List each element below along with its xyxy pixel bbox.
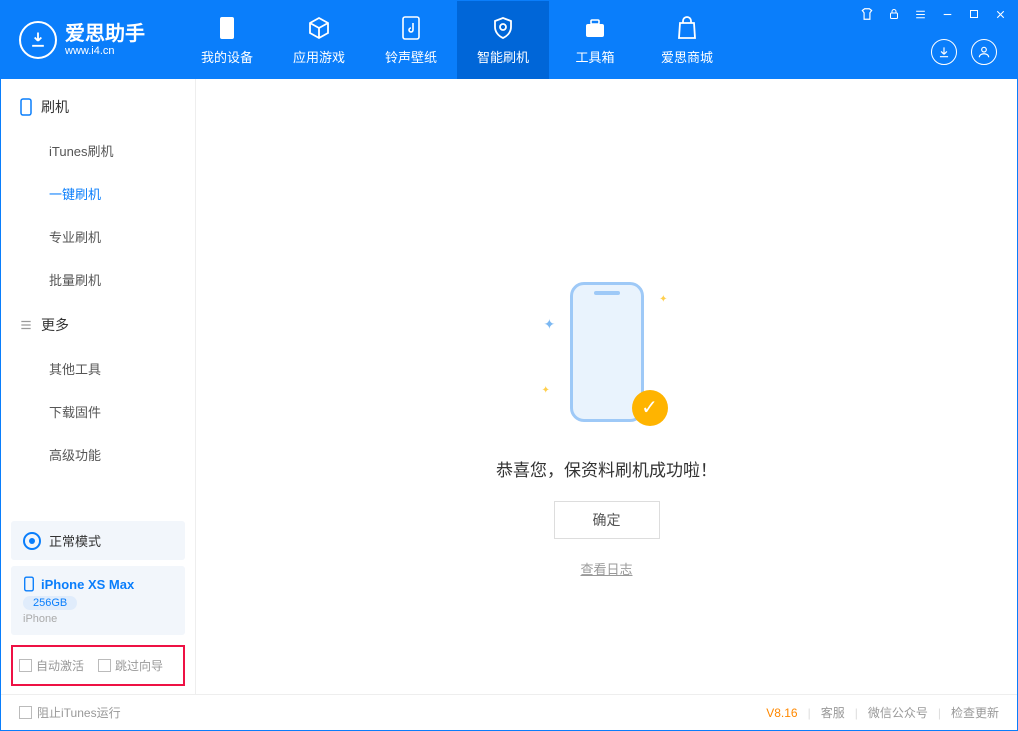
flash-options-highlight: 自动激活 跳过向导 bbox=[11, 645, 185, 686]
sidebar-item-pro-flash[interactable]: 专业刷机 bbox=[1, 215, 195, 258]
device-icon bbox=[214, 15, 240, 41]
sidebar-item-oneclick-flash[interactable]: 一键刷机 bbox=[1, 172, 195, 215]
version-label: V8.16 bbox=[766, 706, 797, 720]
sparkle-icon: ✦ bbox=[544, 316, 556, 333]
top-nav: 我的设备 应用游戏 铃声壁纸 智能刷机 工具箱 爱思商城 bbox=[181, 1, 733, 79]
phone-icon bbox=[19, 98, 33, 116]
device-panel: 正常模式 iPhone XS Max 256GB iPhone bbox=[11, 521, 185, 635]
music-icon bbox=[398, 15, 424, 41]
toolbox-icon bbox=[582, 15, 608, 41]
skip-guide-checkbox[interactable]: 跳过向导 bbox=[98, 657, 163, 674]
minimize-icon[interactable] bbox=[941, 8, 954, 24]
auto-activate-checkbox[interactable]: 自动激活 bbox=[19, 657, 84, 674]
sidebar-group-label: 更多 bbox=[41, 315, 69, 335]
sidebar-group-label: 刷机 bbox=[41, 97, 69, 117]
nav-apps[interactable]: 应用游戏 bbox=[273, 1, 365, 79]
nav-toolbox[interactable]: 工具箱 bbox=[549, 1, 641, 79]
nav-flash[interactable]: 智能刷机 bbox=[457, 1, 549, 79]
sidebar-group-more: 更多 bbox=[1, 315, 195, 341]
view-log-link[interactable]: 查看日志 bbox=[580, 559, 632, 578]
checkbox-label: 自动激活 bbox=[36, 657, 84, 674]
main-content: ✓ ✦ ✦ ✦ 恭喜您，保资料刷机成功啦！ 确定 查看日志 bbox=[196, 79, 1017, 694]
shirt-icon[interactable] bbox=[860, 7, 874, 24]
user-button[interactable] bbox=[971, 39, 997, 65]
block-itunes-checkbox[interactable]: 阻止iTunes运行 bbox=[19, 704, 121, 721]
sidebar: 刷机 iTunes刷机 一键刷机 专业刷机 批量刷机 更多 其他工具 下载固件 … bbox=[1, 79, 196, 694]
sidebar-item-download-firmware[interactable]: 下载固件 bbox=[1, 390, 195, 433]
shield-icon bbox=[490, 15, 516, 41]
close-icon[interactable] bbox=[994, 8, 1007, 24]
success-message: 恭喜您，保资料刷机成功啦！ bbox=[496, 456, 717, 481]
check-badge-icon: ✓ bbox=[632, 390, 668, 426]
sidebar-group-flash: 刷机 bbox=[1, 97, 195, 123]
nav-label: 工具箱 bbox=[575, 47, 614, 66]
lock-icon[interactable] bbox=[888, 7, 900, 24]
nav-label: 应用游戏 bbox=[293, 47, 345, 66]
separator: | bbox=[808, 706, 811, 720]
checkbox-label: 阻止iTunes运行 bbox=[37, 704, 121, 721]
nav-label: 铃声壁纸 bbox=[385, 47, 437, 66]
maximize-icon[interactable] bbox=[968, 8, 980, 23]
bag-icon bbox=[674, 15, 700, 41]
checkbox-icon bbox=[19, 659, 32, 672]
nav-ringtone[interactable]: 铃声壁纸 bbox=[365, 1, 457, 79]
list-icon bbox=[19, 318, 33, 332]
success-illustration: ✓ ✦ ✦ ✦ bbox=[552, 276, 662, 436]
device-mode-card[interactable]: 正常模式 bbox=[11, 521, 185, 560]
nav-store[interactable]: 爱思商城 bbox=[641, 1, 733, 79]
phone-icon bbox=[23, 576, 35, 592]
cube-icon bbox=[306, 15, 332, 41]
logo-icon bbox=[19, 21, 57, 59]
menu-icon[interactable] bbox=[914, 8, 927, 24]
mode-indicator-icon bbox=[23, 532, 41, 550]
app-logo: 爱思助手 www.i4.cn bbox=[1, 21, 163, 59]
device-name: iPhone XS Max bbox=[41, 577, 134, 592]
device-capacity: 256GB bbox=[23, 596, 77, 610]
device-card[interactable]: iPhone XS Max 256GB iPhone bbox=[11, 566, 185, 635]
nav-label: 智能刷机 bbox=[477, 47, 529, 66]
footer-bar: 阻止iTunes运行 V8.16 | 客服 | 微信公众号 | 检查更新 bbox=[1, 694, 1017, 730]
checkbox-label: 跳过向导 bbox=[115, 657, 163, 674]
header-bar: 爱思助手 www.i4.cn 我的设备 应用游戏 铃声壁纸 智能刷机 工具箱 爱… bbox=[1, 1, 1017, 79]
ok-button[interactable]: 确定 bbox=[554, 501, 660, 539]
sidebar-item-itunes-flash[interactable]: iTunes刷机 bbox=[1, 129, 195, 172]
separator: | bbox=[855, 706, 858, 720]
window-controls-top bbox=[860, 7, 1007, 24]
device-mode-label: 正常模式 bbox=[49, 531, 101, 550]
customer-service-link[interactable]: 客服 bbox=[821, 704, 845, 721]
device-type: iPhone bbox=[23, 613, 173, 625]
sidebar-item-other-tools[interactable]: 其他工具 bbox=[1, 347, 195, 390]
nav-label: 我的设备 bbox=[201, 47, 253, 66]
separator: | bbox=[938, 706, 941, 720]
app-title: 爱思助手 bbox=[65, 23, 145, 45]
sidebar-item-batch-flash[interactable]: 批量刷机 bbox=[1, 258, 195, 301]
nav-my-device[interactable]: 我的设备 bbox=[181, 1, 273, 79]
check-update-link[interactable]: 检查更新 bbox=[951, 704, 999, 721]
checkbox-icon bbox=[19, 706, 32, 719]
wechat-link[interactable]: 微信公众号 bbox=[868, 704, 928, 721]
sparkle-icon: ✦ bbox=[659, 294, 667, 305]
sparkle-icon: ✦ bbox=[542, 385, 550, 396]
nav-label: 爱思商城 bbox=[661, 47, 713, 66]
checkbox-icon bbox=[98, 659, 111, 672]
download-button[interactable] bbox=[931, 39, 957, 65]
header-right-buttons bbox=[931, 39, 997, 65]
app-url: www.i4.cn bbox=[65, 45, 145, 57]
sidebar-item-advanced[interactable]: 高级功能 bbox=[1, 433, 195, 476]
